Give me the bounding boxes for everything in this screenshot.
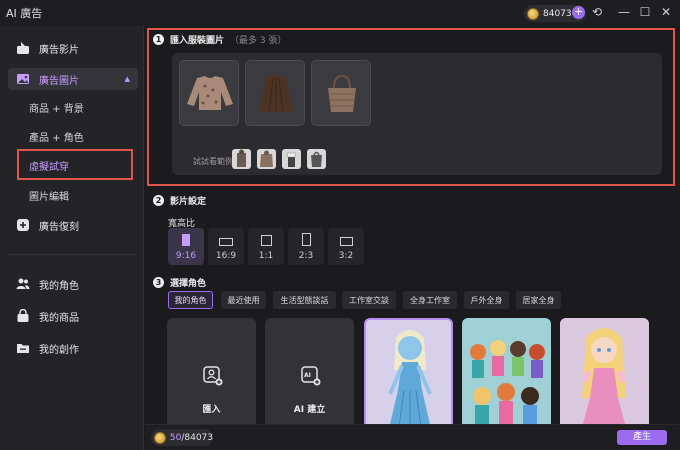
ratio-option-16-9[interactable]: 16:9 xyxy=(208,228,244,265)
chevron-up-icon: ▲ xyxy=(124,75,130,83)
tab-studio-talk[interactable]: 工作室交談 xyxy=(342,291,396,309)
folder-icon xyxy=(16,341,30,355)
landscape-icon xyxy=(219,238,233,246)
section-choose-character-title: 3 選擇角色 xyxy=(153,276,206,289)
minimize-button[interactable]: — xyxy=(617,5,631,19)
bottom-bar: 50 /84073 產生 xyxy=(145,424,680,450)
ai-person-icon: AI xyxy=(301,366,321,386)
sidebar-sub-product-background[interactable]: 商品 + 背景 xyxy=(29,100,84,115)
sidebar-sub-virtual-tryon[interactable]: 虛擬試穿 xyxy=(29,158,69,173)
sidebar-item-my-products[interactable]: 我的商品 xyxy=(8,305,138,327)
section-import-clothing-title: 1 匯入服裝圖片 （最多 3 張） xyxy=(153,33,286,46)
sidebar-sub-image-edit[interactable]: 圖片編輯 xyxy=(29,188,69,203)
clothing-thumb[interactable] xyxy=(179,60,239,126)
sidebar-item-ad-image[interactable]: 廣告圖片 ▲ xyxy=(8,68,138,90)
sidebar-sub-product-character[interactable]: 產品 + 角色 xyxy=(29,129,84,144)
tab-home-full-body[interactable]: 居家全身 xyxy=(516,291,561,309)
section-title: 匯入服裝圖片 xyxy=(170,36,225,46)
step-number: 1 xyxy=(153,34,164,45)
example-thumb[interactable] xyxy=(232,149,251,169)
clothing-thumb[interactable] xyxy=(311,60,371,126)
coin-icon xyxy=(527,7,539,20)
section-title: 影片設定 xyxy=(170,197,207,207)
tab-lifestyle-talk[interactable]: 生活型態談話 xyxy=(273,291,336,309)
section-hint: （最多 3 張） xyxy=(230,36,287,46)
sidebar-item-label: 廣告圖片 xyxy=(39,75,79,87)
import-person-icon xyxy=(203,366,223,386)
ratio-label: 16:9 xyxy=(215,251,237,261)
ratio-option-9-16[interactable]: 9:16 xyxy=(168,228,204,265)
people-icon xyxy=(16,277,30,291)
example-thumb[interactable] xyxy=(307,149,326,169)
step-number: 3 xyxy=(153,277,164,288)
tab-outdoor-full-body[interactable]: 戶外全身 xyxy=(464,291,509,309)
svg-text:AI: AI xyxy=(304,372,311,379)
credits-total: /84073 xyxy=(181,432,213,443)
credits-count: 84073 xyxy=(543,8,572,19)
refresh-icon[interactable]: ⟲ xyxy=(590,5,604,19)
sidebar: 廣告影片 廣告圖片 ▲ 商品 + 背景 產品 + 角色 虛擬試穿 圖片編輯 廣告… xyxy=(0,26,144,450)
skirt-image xyxy=(259,76,293,113)
sidebar-divider xyxy=(8,254,136,255)
section-title: 選擇角色 xyxy=(170,279,207,289)
sidebar-item-my-characters[interactable]: 我的角色 xyxy=(8,273,138,295)
replicate-icon xyxy=(16,218,30,232)
card-label: 匯入 xyxy=(202,405,221,415)
bag-icon xyxy=(16,309,30,323)
coin-icon xyxy=(154,431,166,444)
ratio-label: 9:16 xyxy=(175,251,197,261)
close-button[interactable]: ✕ xyxy=(659,5,673,19)
ratio-label: 1:1 xyxy=(258,251,274,261)
ratio-option-1-1[interactable]: 1:1 xyxy=(248,228,284,265)
image-icon xyxy=(16,72,30,86)
step-number: 2 xyxy=(153,195,164,206)
clothing-thumb[interactable] xyxy=(245,60,305,126)
sidebar-item-ad-video[interactable]: 廣告影片 xyxy=(8,37,138,59)
sidebar-item-label: 廣告影片 xyxy=(39,44,79,56)
sidebar-item-label: 我的創作 xyxy=(39,344,79,356)
landscape-icon xyxy=(339,237,353,246)
clothing-import-panel[interactable]: 試試看範例: xyxy=(172,53,662,175)
sidebar-item-label: 我的角色 xyxy=(39,280,79,292)
square-icon xyxy=(260,235,272,246)
credits-usage: 50 /84073 xyxy=(151,429,213,446)
tab-full-body-studio[interactable]: 全身工作室 xyxy=(403,291,457,309)
ratio-option-3-2[interactable]: 3:2 xyxy=(328,228,364,265)
tab-recently-used[interactable]: 最近使用 xyxy=(221,291,266,309)
ratio-label: 3:2 xyxy=(338,251,354,261)
sidebar-item-ad-replicate[interactable]: 廣告復刻 xyxy=(8,214,138,236)
ratio-option-2-3[interactable]: 2:3 xyxy=(288,228,324,265)
generate-button[interactable]: 產生 xyxy=(617,430,667,445)
section-video-settings-title: 2 影片設定 xyxy=(153,194,206,207)
example-thumb[interactable] xyxy=(257,149,276,169)
examples-label: 試試看範例: xyxy=(193,157,236,166)
video-icon xyxy=(16,41,30,55)
credits-used: 50 xyxy=(169,432,182,443)
bag-image xyxy=(328,74,356,112)
maximize-button[interactable]: ☐ xyxy=(638,5,652,19)
ratio-label: 2:3 xyxy=(298,251,314,261)
sidebar-item-my-creations[interactable]: 我的創作 xyxy=(8,337,138,359)
sidebar-item-label: 我的商品 xyxy=(39,312,79,324)
card-label: AI 建立 xyxy=(293,405,326,415)
example-thumb[interactable] xyxy=(282,149,301,169)
portrait-icon xyxy=(301,233,311,246)
sweater-image xyxy=(187,76,233,110)
app-title: AI 廣告 xyxy=(6,7,43,20)
portrait-icon xyxy=(182,234,190,246)
tab-my-characters[interactable]: 我的角色 xyxy=(168,291,213,309)
sidebar-item-label: 廣告復刻 xyxy=(39,221,79,233)
add-credits-button[interactable]: + xyxy=(572,6,585,19)
main-content: 1 匯入服裝圖片 （最多 3 張） 試試看範例: 2 影片設定 寬高比 9:16… xyxy=(145,26,680,450)
